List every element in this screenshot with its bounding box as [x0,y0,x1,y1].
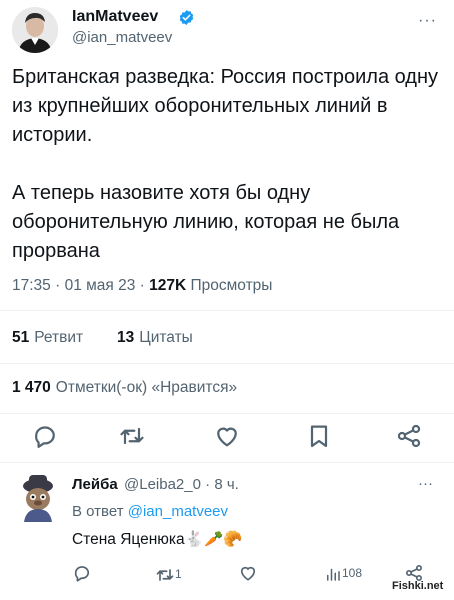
reply-age[interactable]: 8 ч. [214,476,239,493]
watermark: Fishki.net [392,580,444,592]
verified-badge-icon [179,10,194,25]
quotes-stat[interactable]: 13 Цитаты [117,329,193,347]
likes-stat[interactable]: 1 470 Отметки(-ок) «Нравится» [12,379,237,397]
retweets-stat[interactable]: 51 Ретвит [12,329,83,347]
reply-text: Стена Яценюка [72,531,185,548]
retweets-label: Ретвит [34,329,84,346]
reply-author-name[interactable]: Лейба [72,476,118,493]
comment-icon[interactable] [31,422,59,450]
author-name[interactable]: IanMatveev [72,8,158,26]
reply-author-handle[interactable]: @Leiba2_0 [124,476,201,493]
retweets-count: 51 [12,329,30,346]
reply-emoji: 🐇🥕🥐 [184,531,243,548]
divider [0,363,454,364]
reply-heart-icon[interactable] [238,563,258,583]
meta-separator: · [55,277,65,294]
reply-meta: @Leiba2_0 · 8 ч. [124,476,239,493]
reply-views-button[interactable]: 108 [324,565,362,583]
bookmark-icon[interactable] [305,422,333,450]
reply-views-count: 108 [342,566,363,581]
heart-icon[interactable] [213,422,241,450]
divider [0,413,454,414]
tweet-date[interactable]: 01 мая 23 [65,277,136,294]
author-avatar[interactable] [12,7,58,53]
in-reply-to: В ответ @ian_matveev [72,503,228,520]
author-handle[interactable]: @ian_matveev [72,29,172,46]
reply-more-options-button[interactable]: ··· [418,475,433,492]
meta-separator: · [205,476,215,493]
tweet-meta: 17:35 · 01 мая 23 · 127K Просмотры [12,277,272,295]
reply-retweet-icon [156,569,174,581]
reply-retweet-count: 1 [175,567,182,582]
likes-count: 1 470 [12,379,51,396]
reply-comment-icon[interactable] [72,563,92,583]
reply-author-avatar[interactable] [16,472,60,522]
share-icon[interactable] [395,422,423,450]
retweet-icon[interactable] [118,422,146,450]
more-options-button[interactable]: ··· [418,12,437,30]
divider [0,462,454,463]
views-count: 127K [149,277,187,294]
divider [0,310,454,311]
views-label: Просмотры [190,277,273,294]
reply-retweet-button[interactable]: 1 [155,565,182,585]
analytics-icon [327,568,340,581]
meta-separator: · [139,277,150,294]
reply-text-row: Стена Яценюка🐇🥕🥐 [72,530,243,549]
quotes-label: Цитаты [139,329,193,346]
quotes-count: 13 [117,329,135,346]
in-reply-label: В ответ [72,503,124,520]
tweet-text: Британская разведка: Россия построила од… [12,66,439,262]
tweet-time[interactable]: 17:35 [12,277,51,294]
likes-label: Отметки(-ок) «Нравится» [55,379,238,396]
in-reply-mention[interactable]: @ian_matveev [128,503,228,520]
